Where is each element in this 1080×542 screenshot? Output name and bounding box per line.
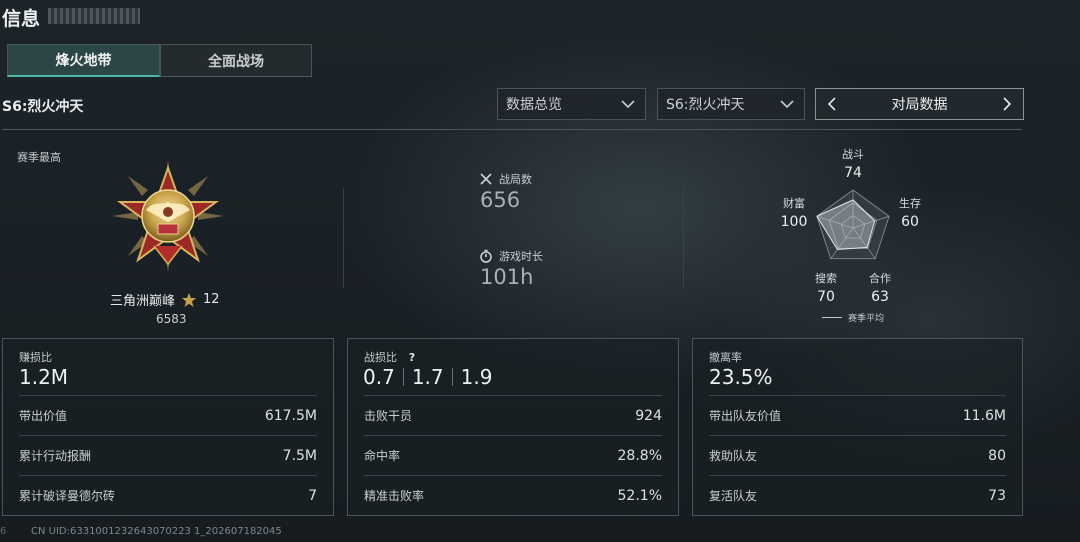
row-value: 617.5M <box>264 407 317 424</box>
combat-panel: 战损比 ? 0.7 1.7 1.9 击败干员 924 命中率 28.8% 精准击败率… <box>347 338 679 516</box>
chevron-right-icon[interactable] <box>999 96 1015 112</box>
battles-value: 656 <box>480 188 521 212</box>
rank-medal-icon <box>112 160 224 272</box>
kd-ratios: 0.7 1.7 1.9 <box>363 365 492 389</box>
battles-label-row: 战局数 <box>479 171 532 187</box>
combat-title: 战损比 <box>364 351 397 364</box>
radar-axis-label: 战斗 <box>842 148 864 161</box>
season-best-label: 赛季最高 <box>17 151 61 164</box>
kd-ratio-1: 0.7 <box>363 365 395 389</box>
row-label: 带出价值 <box>19 409 68 423</box>
rank-score: 6583 <box>156 312 187 326</box>
panel-row: 复活队友 73 <box>709 475 1006 515</box>
radar-axis-label: 财富 <box>783 196 805 210</box>
kd-ratio-3: 1.9 <box>460 365 493 389</box>
row-label: 复活队友 <box>709 489 758 503</box>
time-label: 游戏时长 <box>499 250 543 263</box>
section-divider <box>683 188 684 288</box>
profit-panel: 赚损比 1.2M 带出价值 617.5M 累计行动报酬 7.5M 累计破译曼德尔砖 7 <box>2 338 334 516</box>
ability-radar-chart: 战斗 74 生存 60 合作 63 搜索 70 财富 100 <box>781 148 921 305</box>
panel-row: 救助队友 80 <box>709 435 1006 475</box>
row-value: 11.6M <box>962 407 1006 424</box>
radar-axis-value: 74 <box>844 165 862 181</box>
star-icon <box>182 292 197 307</box>
match-data-pager: 对局数据 <box>815 88 1024 120</box>
radar-axis-value: 60 <box>901 214 919 230</box>
panel-row: 累计行动报酬 7.5M <box>19 435 317 475</box>
rank-name: 三角洲巅峰 <box>110 294 176 309</box>
pager-label: 对局数据 <box>891 97 948 113</box>
view-select-value: 数据总览 <box>506 97 562 113</box>
row-label: 命中率 <box>364 449 401 463</box>
season-select-value: S6:烈火冲天 <box>666 97 745 113</box>
page-title: 信息 <box>2 8 41 30</box>
extract-value: 23.5% <box>709 365 773 389</box>
redacted-name <box>48 8 140 24</box>
row-label: 救助队友 <box>709 449 758 463</box>
row-label: 带出队友价值 <box>709 409 782 423</box>
row-value: 73 <box>988 487 1006 504</box>
row-label: 精准击败率 <box>364 489 425 503</box>
header-divider <box>2 129 1022 130</box>
radar-legend: 赛季平均 <box>822 311 884 324</box>
stopwatch-icon <box>480 249 492 263</box>
panel-row: 带出队友价值 11.6M <box>709 395 1006 435</box>
panel-row: 命中率 28.8% <box>364 435 662 475</box>
kd-ratio-2: 1.7 <box>411 365 444 389</box>
row-value: 80 <box>988 447 1006 464</box>
radar-legend-label: 赛季平均 <box>848 314 885 324</box>
profit-title: 赚损比 <box>19 351 52 364</box>
season-name: S6:烈火冲天 <box>2 99 84 115</box>
chevron-down-icon <box>780 100 794 109</box>
radar-axis-label: 合作 <box>869 271 891 285</box>
crossed-swords-icon <box>480 173 492 185</box>
time-value: 101h <box>480 265 534 289</box>
radar-axis-value: 100 <box>781 214 808 230</box>
row-value: 924 <box>635 407 662 424</box>
footer-mark: 6 <box>0 526 7 537</box>
season-select-dropdown[interactable]: S6:烈火冲天 <box>657 88 805 120</box>
row-label: 击败干员 <box>364 409 413 423</box>
battles-label: 战局数 <box>499 173 532 186</box>
row-label: 累计行动报酬 <box>19 449 92 463</box>
extract-title: 撤离率 <box>709 351 742 364</box>
extract-panel: 撤离率 23.5% 带出队友价值 11.6M 救助队友 80 复活队友 73 <box>692 338 1023 516</box>
chevron-left-icon[interactable] <box>824 96 840 112</box>
row-value: 52.1% <box>617 487 662 504</box>
rank-line: 三角洲巅峰 12 <box>110 290 220 309</box>
profit-value: 1.2M <box>19 365 69 389</box>
radar-axis-label: 生存 <box>899 196 921 210</box>
radar-axis-label: 搜索 <box>815 271 837 285</box>
player-uid: CN UID:6331001232643070223 1_20260718204… <box>31 526 282 537</box>
ratio-separator <box>402 368 404 386</box>
panel-row: 累计破译曼德尔砖 7 <box>19 475 317 515</box>
tab-full-battlefield[interactable]: 全面战场 <box>160 44 312 77</box>
row-value: 7.5M <box>282 447 317 464</box>
view-select-dropdown[interactable]: 数据总览 <box>497 88 646 120</box>
ratio-separator <box>451 368 453 386</box>
panel-row: 击败干员 924 <box>364 395 662 435</box>
section-divider <box>343 188 344 288</box>
row-value: 28.8% <box>617 447 662 464</box>
legend-line <box>822 317 842 318</box>
rank-stars: 12 <box>203 292 220 307</box>
chevron-down-icon <box>621 100 635 109</box>
radar-axis-value: 70 <box>817 289 835 305</box>
time-label-row: 游戏时长 <box>479 248 543 264</box>
row-label: 累计破译曼德尔砖 <box>19 489 116 503</box>
row-value: 7 <box>308 487 317 504</box>
panel-row: 精准击败率 52.1% <box>364 475 662 515</box>
tab-hazard-zone[interactable]: 烽火地带 <box>7 44 160 77</box>
panel-row: 带出价值 617.5M <box>19 395 317 435</box>
help-icon[interactable]: ? <box>405 350 419 364</box>
radar-axis-value: 63 <box>871 289 889 305</box>
